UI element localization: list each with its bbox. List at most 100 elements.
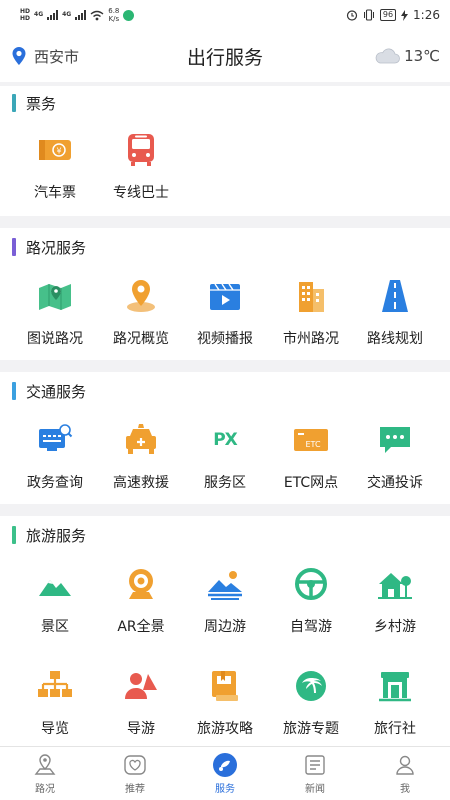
complaint-chat-icon xyxy=(375,420,415,460)
service-item-tour-guide[interactable]: 导游 xyxy=(98,666,184,738)
service-item-travel-agency[interactable]: 旅行社 xyxy=(352,666,438,738)
signal-4g-label: 4G xyxy=(34,11,44,18)
section-title: 票务 xyxy=(26,94,57,113)
signal-4g-label: 4G xyxy=(62,11,72,18)
service-item-city-roads[interactable]: 市州路况 xyxy=(268,276,354,348)
service-item-label: AR全景 xyxy=(117,619,165,635)
etc-card-icon: ETC xyxy=(291,420,331,460)
location-pin-icon xyxy=(12,47,26,65)
etc-card-icon-text: ETC xyxy=(305,439,321,449)
section-header: 交通服务 xyxy=(0,372,450,410)
landscape-icon xyxy=(205,564,245,604)
service-item-highway-rescue[interactable]: 高速救援 xyxy=(98,420,184,492)
service-item-label: 服务区 xyxy=(204,475,246,491)
service-item-ar-panorama[interactable]: AR全景 xyxy=(98,564,184,636)
signal-bars-icon xyxy=(47,10,59,20)
service-item-bus-ticket[interactable]: ¥ 汽车票 xyxy=(12,130,98,202)
tab-news[interactable]: 新闻 xyxy=(270,747,360,800)
service-item-service-area[interactable]: PX 服务区 xyxy=(182,420,268,492)
battery-icon: 96 xyxy=(379,9,397,21)
service-item-government-query[interactable]: 政务查询 xyxy=(12,420,98,492)
tab-road[interactable]: 路况 xyxy=(0,747,90,800)
service-item-video-report[interactable]: 视频播报 xyxy=(182,276,268,348)
map-icon xyxy=(35,276,75,316)
service-item-label: 旅游专题 xyxy=(283,721,339,737)
service-item-travel-topics[interactable]: 旅游专题 xyxy=(268,666,354,738)
service-item-label: 路况概览 xyxy=(113,331,169,347)
service-item-express-bus[interactable]: 专线巴士 xyxy=(98,130,184,202)
island-icon xyxy=(291,666,331,706)
page-title: 出行服务 xyxy=(186,46,263,69)
org-chart-icon xyxy=(35,666,75,706)
section-header: 票务 xyxy=(0,86,450,120)
service-item-etc-outlets[interactable]: ETC ETC网点 xyxy=(268,420,354,492)
clock-time: 1:26 xyxy=(413,8,440,22)
section-accent-bar xyxy=(12,526,16,544)
service-item-label: 乡村游 xyxy=(374,619,416,635)
service-item-self-drive[interactable]: 自驾游 xyxy=(268,564,354,636)
road-tab-icon xyxy=(32,752,58,778)
service-item-label: 景区 xyxy=(41,619,69,635)
section-road-conditions: 路况服务 图说路况 路况概览 视频播报 市州路况 路线规划 xyxy=(0,228,450,360)
section-tourism-services: 旅游服务 景区 AR全景 周边游 自驾游 乡村游 导览 导游 旅游攻略 旅游专题… xyxy=(0,516,450,746)
location-label: 西安市 xyxy=(34,47,80,66)
service-item-label: 自驾游 xyxy=(290,619,332,635)
service-item-route-planning[interactable]: 路线规划 xyxy=(352,276,438,348)
guide-book-icon xyxy=(205,666,245,706)
section-ticketing: 票务 ¥ 汽车票 专线巴士 xyxy=(0,86,450,216)
cloud-icon xyxy=(375,48,400,64)
tab-label: 我 xyxy=(400,784,410,795)
tab-recommend[interactable]: 推荐 xyxy=(90,747,180,800)
wifi-icon xyxy=(90,10,104,20)
service-item-label: 视频播报 xyxy=(197,331,253,347)
tab-me[interactable]: 我 xyxy=(360,747,450,800)
tour-guide-icon xyxy=(121,666,161,706)
section-header: 路况服务 xyxy=(0,228,450,266)
service-item-label: 专线巴士 xyxy=(113,185,169,201)
ticket-icon: ¥ xyxy=(35,130,75,170)
alarm-icon xyxy=(346,10,357,21)
tab-label: 路况 xyxy=(35,784,55,795)
service-item-travel-guide[interactable]: 旅游攻略 xyxy=(182,666,268,738)
status-bar: HD HD 4G 4G 6.8 K/s 96 1:26 xyxy=(0,0,450,30)
news-tab-icon xyxy=(302,752,328,778)
section-title: 路况服务 xyxy=(26,238,87,257)
ar-panorama-icon xyxy=(121,564,161,604)
service-item-label: 导览 xyxy=(41,721,69,737)
app-header: 西安市 出行服务 13℃ xyxy=(0,30,450,82)
service-item-nearby-tour[interactable]: 周边游 xyxy=(182,564,268,636)
service-item-guided-map[interactable]: 导览 xyxy=(12,666,98,738)
service-item-label: 交通投诉 xyxy=(367,475,423,491)
service-item-label: 汽车票 xyxy=(34,185,76,201)
temperature-label: 13℃ xyxy=(404,47,440,65)
service-item-label: 高速救援 xyxy=(113,475,169,491)
location-selector[interactable]: 西安市 xyxy=(10,46,150,67)
tab-service[interactable]: 服务 xyxy=(180,747,270,800)
bottom-tab-bar: 路况 推荐 服务 新闻 我 xyxy=(0,746,450,800)
service-item-road-map[interactable]: 图说路况 xyxy=(12,276,98,348)
network-indicator: HD HD xyxy=(20,8,31,22)
video-icon xyxy=(205,276,245,316)
section-header: 旅游服务 xyxy=(0,516,450,554)
service-item-label: ETC网点 xyxy=(283,475,339,491)
service-item-scenic-spot[interactable]: 景区 xyxy=(12,564,98,636)
rescue-car-icon xyxy=(121,420,161,460)
service-item-label: 路线规划 xyxy=(367,331,423,347)
app-notification-icon xyxy=(123,9,135,21)
weather-widget[interactable]: 13℃ xyxy=(300,47,440,65)
service-tab-icon xyxy=(212,752,238,778)
location-pin-icon xyxy=(121,276,161,316)
travel-agency-icon xyxy=(375,666,415,706)
section-accent-bar xyxy=(12,94,16,112)
government-query-icon xyxy=(35,420,75,460)
heart-tab-icon xyxy=(122,752,148,778)
section-accent-bar xyxy=(12,238,16,256)
tab-label: 新闻 xyxy=(305,784,325,795)
service-item-rural-tour[interactable]: 乡村游 xyxy=(352,564,438,636)
service-area-icon-text: PX xyxy=(213,430,238,450)
service-item-traffic-complaint[interactable]: 交通投诉 xyxy=(352,420,438,492)
service-item-road-overview[interactable]: 路况概览 xyxy=(98,276,184,348)
city-buildings-icon xyxy=(291,276,331,316)
service-item-label: 导游 xyxy=(127,721,155,737)
tab-label: 服务 xyxy=(215,784,235,795)
